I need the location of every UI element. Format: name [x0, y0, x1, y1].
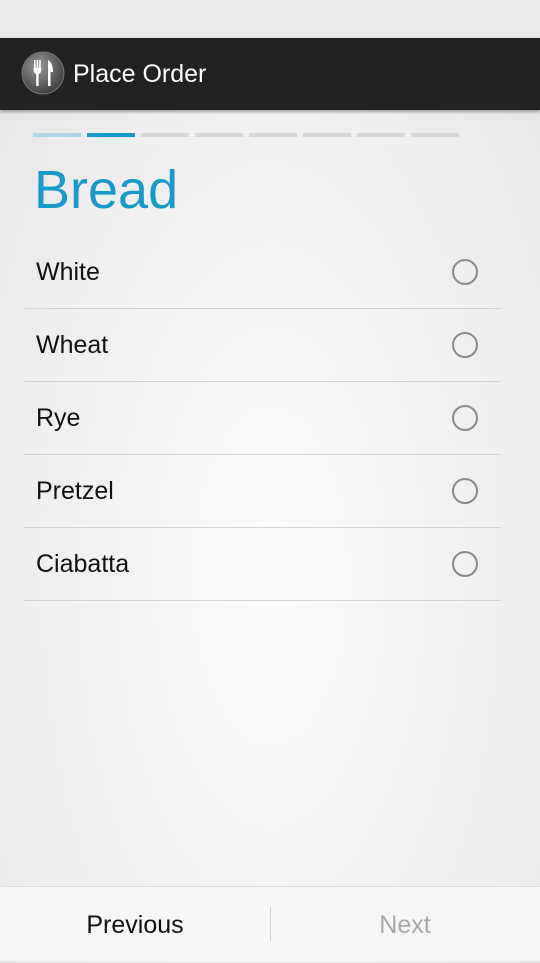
radio-button[interactable]	[452, 405, 478, 431]
option-label: Pretzel	[36, 477, 114, 505]
option-pretzel[interactable]: Pretzel	[24, 455, 501, 528]
bread-options-list: White Wheat Rye Pretzel Ciabatta	[24, 236, 501, 601]
action-bar: Place Order	[0, 38, 540, 110]
progress-step-8	[411, 133, 459, 137]
page-title: Bread	[34, 160, 179, 220]
progress-step-2	[87, 133, 135, 137]
status-bar	[0, 0, 540, 38]
radio-button[interactable]	[452, 332, 478, 358]
option-label: White	[36, 258, 100, 286]
step-progress-indicator	[33, 133, 465, 137]
radio-button[interactable]	[452, 551, 478, 577]
option-label: Wheat	[36, 331, 109, 359]
radio-button[interactable]	[452, 259, 478, 285]
progress-step-4	[195, 133, 243, 137]
app-title: Place Order	[73, 60, 207, 88]
previous-button[interactable]: Previous	[0, 887, 270, 961]
bottom-navigation-bar: Previous Next	[0, 886, 540, 961]
option-wheat[interactable]: Wheat	[24, 309, 501, 382]
progress-step-5	[249, 133, 297, 137]
fork-knife-icon[interactable]	[21, 51, 65, 95]
progress-step-3	[141, 133, 189, 137]
progress-step-7	[357, 133, 405, 137]
progress-step-1	[33, 133, 81, 137]
radio-button[interactable]	[452, 478, 478, 504]
option-ciabatta[interactable]: Ciabatta	[24, 528, 501, 601]
option-white[interactable]: White	[24, 236, 501, 309]
option-label: Ciabatta	[36, 550, 130, 578]
option-rye[interactable]: Rye	[24, 382, 501, 455]
progress-step-6	[303, 133, 351, 137]
next-button[interactable]: Next	[270, 887, 540, 961]
option-label: Rye	[36, 404, 81, 432]
